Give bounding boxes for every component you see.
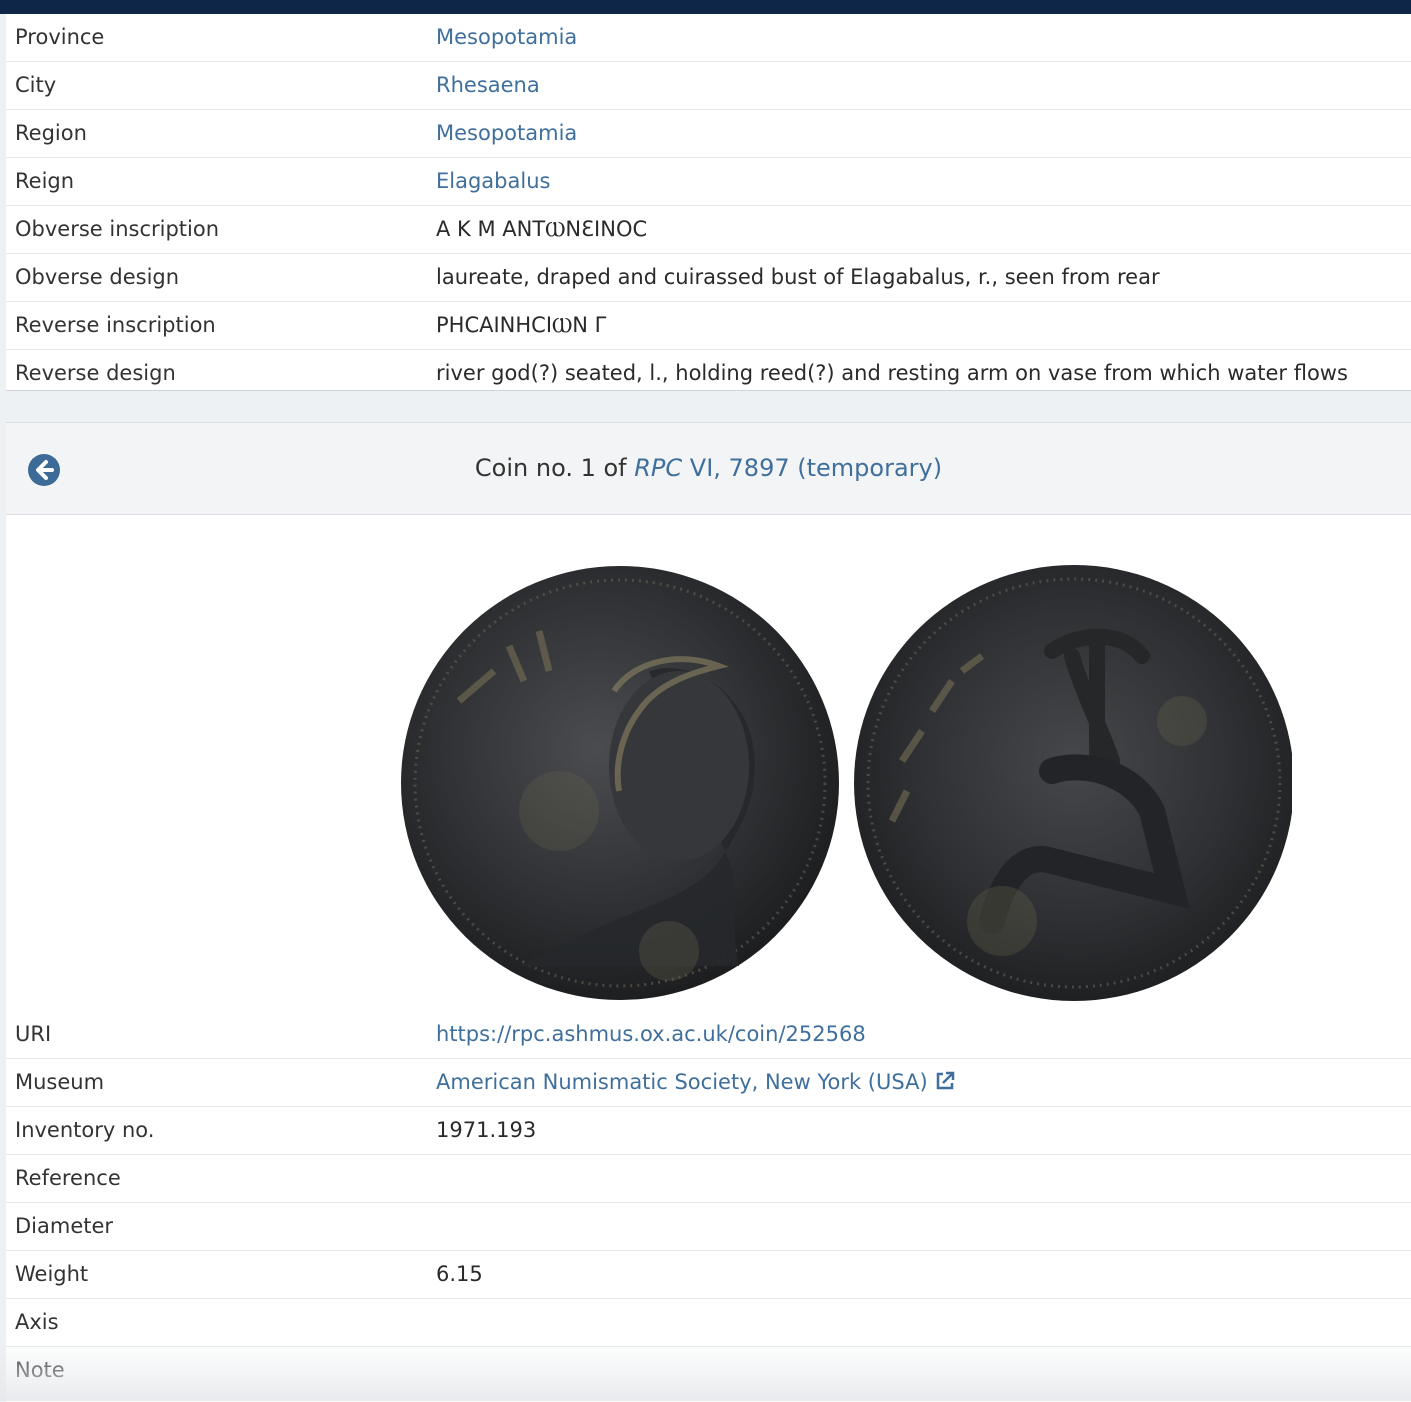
obverse-design-value: laureate, draped and cuirassed bust of E… — [436, 265, 1160, 289]
reverse-inscription-value: ΡΗϹΑΙΝΗϹΙⲰΝ Γ — [436, 313, 607, 337]
coin-title-prefix: Coin no. 1 of — [474, 454, 635, 482]
city-link[interactable]: Rhesaena — [436, 62, 540, 109]
detail-label: Weight — [15, 1262, 89, 1286]
detail-label: Reverse inscription — [15, 313, 216, 337]
detail-row-province: Province Mesopotamia — [6, 14, 1411, 62]
museum-link[interactable]: American Numismatic Society, New York (U… — [436, 1059, 956, 1106]
inventory-value: 1971.193 — [436, 1118, 537, 1142]
coin-row-inventory: Inventory no. 1971.193 — [6, 1107, 1411, 1155]
coin-obverse-image[interactable] — [399, 561, 839, 1001]
coin-row-note: Note — [6, 1347, 1411, 1394]
coin-title: Coin no. 1 of RPC VI, 7897 (temporary) — [6, 423, 1411, 514]
obverse-inscription-value: Α Κ Μ ΑΝΤⲰΝƐΙΝΟϹ — [436, 217, 648, 241]
weight-value: 6.15 — [436, 1262, 483, 1286]
province-link[interactable]: Mesopotamia — [436, 14, 577, 61]
coin-row-axis: Axis — [6, 1299, 1411, 1347]
coin-row-diameter: Diameter — [6, 1203, 1411, 1251]
uri-link[interactable]: https://rpc.ashmus.ox.ac.uk/coin/252568 — [436, 1011, 866, 1058]
detail-label: Reign — [15, 169, 75, 193]
coin-panel: Coin no. 1 of RPC VI, 7897 (temporary) U… — [6, 422, 1411, 1402]
coin-details-table: URI https://rpc.ashmus.ox.ac.uk/coin/252… — [6, 1011, 1411, 1394]
detail-label: City — [15, 73, 57, 97]
back-button[interactable] — [28, 454, 60, 486]
detail-row-city: City Rhesaena — [6, 62, 1411, 110]
detail-row-region: Region Mesopotamia — [6, 110, 1411, 158]
coin-reverse-image[interactable] — [852, 561, 1292, 1001]
coin-row-uri: URI https://rpc.ashmus.ox.ac.uk/coin/252… — [6, 1011, 1411, 1059]
detail-label: Note — [15, 1358, 65, 1382]
coin-row-museum: Museum American Numismatic Society, New … — [6, 1059, 1411, 1107]
arrow-circle-left-icon — [36, 460, 54, 480]
top-navbar — [0, 0, 1411, 14]
detail-label: Obverse design — [15, 265, 180, 289]
reverse-design-value: river god(?) seated, l., holding reed(?)… — [436, 361, 1348, 385]
coin-row-weight: Weight 6.15 — [6, 1251, 1411, 1299]
detail-row-reverse-design: Reverse design river god(?) seated, l., … — [6, 350, 1411, 397]
detail-label: Region — [15, 121, 87, 145]
museum-link-text: American Numismatic Society, New York (U… — [436, 1070, 928, 1094]
coin-images — [6, 515, 1411, 1011]
detail-label: Diameter — [15, 1214, 114, 1238]
detail-row-reign: Reign Elagabalus — [6, 158, 1411, 206]
region-link[interactable]: Mesopotamia — [436, 110, 577, 157]
detail-row-obverse-design: Obverse design laureate, draped and cuir… — [6, 254, 1411, 302]
coin-panel-header: Coin no. 1 of RPC VI, 7897 (temporary) — [6, 423, 1411, 515]
detail-label: Reverse design — [15, 361, 176, 385]
detail-label: Reference — [15, 1166, 121, 1190]
detail-row-obverse-inscription: Obverse inscription Α Κ Μ ΑΝΤⲰΝƐΙΝΟϹ — [6, 206, 1411, 254]
type-details-table: Province Mesopotamia City Rhesaena Regio… — [6, 14, 1411, 391]
detail-label: Axis — [15, 1310, 59, 1334]
detail-label: Obverse inscription — [15, 217, 220, 241]
external-link-icon — [937, 1071, 955, 1090]
detail-row-reverse-inscription: Reverse inscription ΡΗϹΑΙΝΗϹΙⲰΝ Γ — [6, 302, 1411, 350]
reign-link[interactable]: Elagabalus — [436, 158, 550, 205]
detail-label: Province — [15, 25, 105, 49]
detail-label: Museum — [15, 1070, 105, 1094]
rpc-ref-link[interactable]: VI, 7897 (temporary) — [682, 454, 942, 482]
detail-label: Inventory no. — [15, 1118, 155, 1142]
coin-row-reference: Reference — [6, 1155, 1411, 1203]
rpc-link[interactable]: RPC — [634, 454, 682, 482]
detail-label: URI — [15, 1022, 52, 1046]
